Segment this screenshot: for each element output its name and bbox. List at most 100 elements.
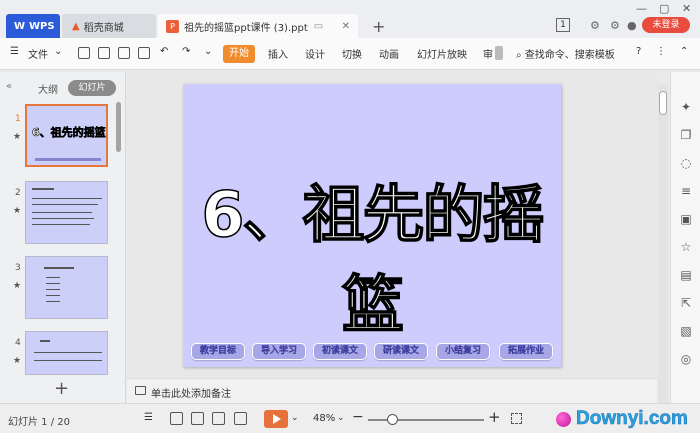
tab-slides[interactable]: 幻灯片	[68, 80, 116, 96]
star-icon: ★	[13, 132, 22, 142]
login-button[interactable]: 未登录	[642, 17, 690, 33]
user-icon[interactable]: ●	[627, 19, 637, 32]
star-icon: ★	[13, 356, 22, 366]
notes-pane[interactable]: 单击此处添加备注	[127, 378, 657, 403]
close-tab-icon[interactable]: ✕	[342, 21, 350, 32]
save-icon[interactable]	[78, 47, 90, 59]
print-preview-icon[interactable]	[138, 47, 150, 59]
file-menu[interactable]: 文件	[28, 46, 48, 61]
notes-icon	[135, 386, 146, 395]
maximize-icon[interactable]: ▢	[659, 2, 669, 15]
thumb-text-line	[34, 360, 102, 361]
slide-thumbnail-1[interactable]: 6、祖先的摇篮	[25, 104, 108, 167]
slide-thumbnail-2[interactable]	[25, 181, 108, 244]
zoom-slider-handle[interactable]	[387, 414, 398, 425]
thumb-text-line	[46, 301, 60, 302]
thumb-heading	[40, 340, 50, 342]
presenter-view-icon[interactable]	[234, 412, 247, 425]
zoom-slider[interactable]	[368, 419, 484, 421]
slide-counter: 幻灯片 1 / 20	[8, 417, 70, 428]
skin-icon[interactable]: ⚙	[590, 19, 600, 32]
minimize-icon[interactable]: —	[636, 2, 647, 15]
tab-design[interactable]: 设计	[305, 46, 325, 61]
slide-nav-button[interactable]: 初读课文	[313, 343, 367, 360]
settings-icon[interactable]: ⚙	[610, 19, 620, 32]
slide-title[interactable]: 6、祖先的摇篮	[183, 164, 561, 344]
share-icon[interactable]: ⇱	[679, 296, 693, 310]
magic-icon[interactable]: ✦	[679, 100, 693, 114]
favorite-icon[interactable]: ☆	[679, 240, 693, 254]
slide-scrollbar[interactable]	[658, 85, 668, 403]
zoom-out-button[interactable]: −	[352, 409, 364, 425]
more-icon[interactable]: ⋮	[656, 46, 666, 57]
zoom-in-button[interactable]: +	[488, 408, 501, 426]
slide-thumbnail-4[interactable]	[25, 331, 108, 375]
help-button[interactable]: ?	[636, 46, 641, 57]
box-icon[interactable]: ▤	[679, 268, 693, 282]
thumb-text-line	[46, 289, 60, 290]
tab-animation[interactable]: 动画	[379, 46, 399, 61]
slide-thumbnail-3[interactable]	[25, 256, 108, 319]
tab-insert[interactable]: 插入	[268, 46, 288, 61]
undo-icon[interactable]: ↶	[160, 46, 168, 57]
thumb-heading	[44, 267, 74, 269]
chevron-down-icon[interactable]: ⌄	[54, 46, 62, 57]
tab-slideshow[interactable]: 幻灯片放映	[417, 46, 467, 61]
slide-nav-button[interactable]: 研读课文	[374, 343, 428, 360]
tab-store[interactable]: ▲ 稻壳商城	[62, 14, 156, 38]
notes-placeholder[interactable]: 单击此处添加备注	[151, 385, 231, 400]
monitor-icon[interactable]: ▭	[314, 21, 323, 32]
thumb-heading	[32, 188, 54, 190]
thumb-text-line	[34, 352, 102, 353]
tab-scroll-arrow[interactable]	[495, 46, 503, 60]
watermark-dot-icon	[556, 412, 571, 427]
play-slideshow-button[interactable]	[264, 410, 288, 428]
reading-view-icon[interactable]	[212, 412, 225, 425]
hamburger-icon[interactable]: ☰	[10, 46, 19, 57]
zoom-level[interactable]: 48%	[313, 413, 335, 424]
thumb-text-line	[32, 224, 90, 225]
add-slide-button[interactable]: +	[54, 378, 69, 399]
current-slide[interactable]: 6、祖先的摇篮 教学目标 导入学习 初读课文 研读课文 小结复习 拓展作业	[183, 84, 561, 367]
thumb-text-line	[46, 283, 60, 284]
collapse-panel-icon[interactable]: «	[6, 81, 12, 92]
close-window-icon[interactable]: ✕	[682, 2, 691, 15]
new-tab-button[interactable]: +	[372, 17, 385, 36]
zoom-dropdown-icon[interactable]: ⌄	[337, 413, 350, 426]
image-icon[interactable]: ▣	[679, 212, 693, 226]
grid-view-icon[interactable]	[191, 412, 204, 425]
slide-nav-button[interactable]: 导入学习	[252, 343, 306, 360]
slide-editor: 6、祖先的摇篮 教学目标 导入学习 初读课文 研读课文 小结复习 拓展作业	[127, 72, 657, 378]
slide-nav-button[interactable]: 教学目标	[191, 343, 245, 360]
normal-view-icon[interactable]	[170, 412, 183, 425]
panel-tabs: « 大纲 幻灯片	[0, 78, 126, 98]
wps-logo-icon: W	[14, 20, 26, 32]
shape-icon[interactable]: ◌	[679, 156, 693, 170]
quick-access-dropdown-icon[interactable]: ⌄	[204, 46, 212, 57]
adjust-icon[interactable]: ≡	[679, 184, 693, 198]
slide-nav-button[interactable]: 拓展作业	[499, 343, 553, 360]
command-search[interactable]: ⌕ 查找命令、搜索模板	[516, 46, 615, 61]
slide-nav-button[interactable]: 小结复习	[436, 343, 490, 360]
page-badge[interactable]: 1	[556, 18, 570, 32]
copy-icon[interactable]: ❐	[679, 128, 693, 142]
redo-icon[interactable]: ↷	[182, 46, 190, 57]
picture-icon[interactable]: ▧	[679, 324, 693, 338]
right-sidebar: ✦ ❐ ◌ ≡ ▣ ☆ ▤ ⇱ ▧ ◎	[670, 72, 700, 403]
location-icon[interactable]: ◎	[679, 352, 693, 366]
tab-document[interactable]: P 祖先的摇篮ppt课件 (3).ppt ▭ ✕	[158, 14, 358, 38]
tab-wps[interactable]: W WPS	[6, 14, 60, 38]
tab-outline[interactable]: 大纲	[38, 81, 58, 96]
align-icon[interactable]: ☰	[144, 412, 157, 425]
tab-review[interactable]: 审	[483, 46, 493, 61]
panel-scrollbar[interactable]	[116, 102, 121, 152]
scrollbar-thumb[interactable]	[659, 91, 667, 115]
collapse-ribbon-icon[interactable]: ⌃	[680, 46, 688, 57]
export-pdf-icon[interactable]	[98, 47, 110, 59]
tab-transition[interactable]: 切换	[342, 46, 362, 61]
play-options-icon[interactable]: ⌄	[291, 413, 304, 426]
fit-window-icon[interactable]	[511, 413, 522, 424]
tab-home[interactable]: 开始	[223, 45, 255, 63]
print-icon[interactable]	[118, 47, 130, 59]
ppt-file-icon: P	[166, 19, 179, 33]
